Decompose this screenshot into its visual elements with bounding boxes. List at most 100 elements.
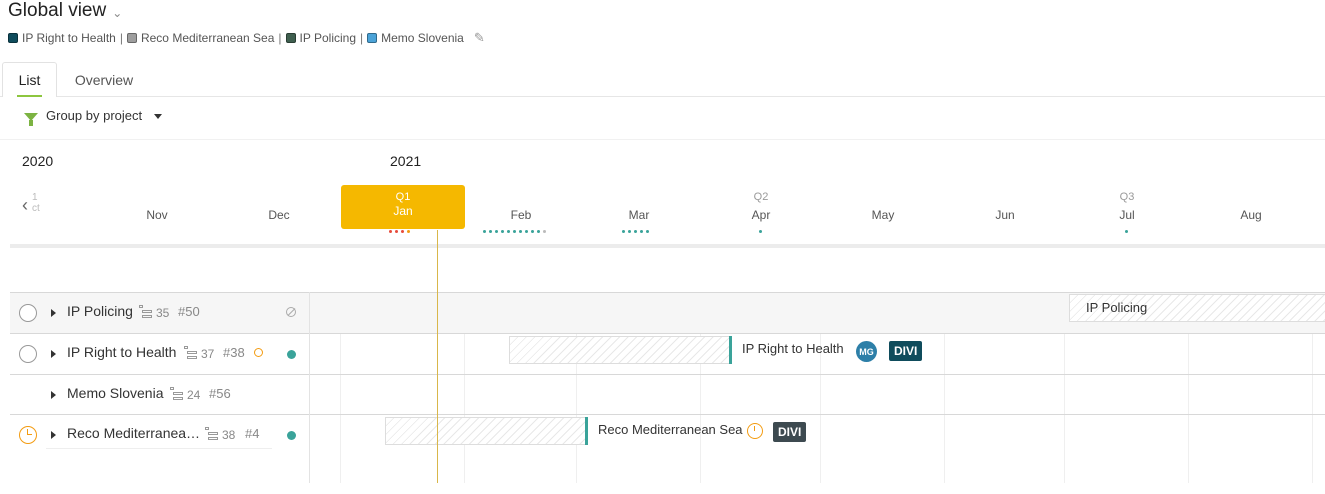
milestone-dot — [495, 230, 498, 233]
team-tag[interactable]: DIVI — [889, 341, 923, 361]
subtask-count: 24 — [187, 388, 201, 402]
milestone-dot — [501, 230, 504, 233]
gantt-bar-end-handle[interactable] — [729, 336, 732, 364]
month-label[interactable]: Feb — [481, 208, 561, 222]
page-title[interactable]: Global view ⌄ — [8, 0, 122, 22]
milestone-dots — [622, 230, 649, 233]
legend-label: Memo Slovenia — [381, 31, 464, 45]
project-name[interactable]: Memo Slovenia — [67, 385, 164, 401]
project-row-label: Memo Slovenia 24 #56 — [46, 375, 309, 415]
legend-item: Memo Slovenia — [367, 31, 464, 45]
tab-overview[interactable]: Overview — [62, 62, 146, 97]
legend-item: IP Policing — [285, 31, 356, 45]
current-quarter-highlight[interactable]: Q1 Jan — [341, 185, 465, 229]
month-label[interactable]: Jul — [1087, 208, 1167, 222]
today-marker-line — [437, 230, 438, 483]
month-label[interactable]: Apr — [721, 208, 801, 222]
project-name[interactable]: Reco Mediterranea… — [67, 425, 200, 441]
pencil-edit-icon[interactable]: ✎ — [474, 30, 485, 46]
month-label[interactable]: Dec — [239, 208, 319, 222]
project-row-label: IP Right to Health 37 #38 — [46, 334, 309, 374]
legend-item: Reco Mediterranean Sea — [126, 31, 275, 45]
legend-label: IP Policing — [299, 31, 356, 45]
milestone-dot — [543, 230, 546, 233]
project-number: #38 — [223, 345, 245, 360]
legend-separator: | — [278, 31, 282, 45]
legend-separator: | — [360, 31, 364, 45]
legend-swatch — [367, 33, 378, 43]
milestone-dot — [640, 230, 643, 233]
expand-caret-icon[interactable] — [51, 350, 56, 358]
gantt-bar[interactable] — [385, 417, 588, 445]
project-number: #56 — [209, 386, 231, 401]
avatar[interactable]: MG — [856, 341, 877, 362]
month-label[interactable]: Mar — [599, 208, 679, 222]
project-row[interactable]: Memo Slovenia 24 #56 — [10, 375, 1325, 415]
toolbar-divider — [0, 139, 1325, 140]
project-number: #50 — [178, 304, 200, 319]
subtasks-icon — [139, 305, 153, 319]
year-label: 2021 — [390, 153, 422, 169]
milestone-dot — [646, 230, 649, 233]
project-name[interactable]: IP Policing — [67, 303, 133, 319]
legend-item: IP Right to Health — [8, 31, 116, 45]
legend-separator: | — [119, 31, 123, 45]
faded-month-label: 1 ct — [32, 192, 40, 214]
timeline-header-divider — [10, 244, 1325, 248]
milestone-dot — [634, 230, 637, 233]
gantt-bar-label: IP Policing — [1086, 300, 1148, 315]
milestone-dot — [483, 230, 486, 233]
expand-caret-icon[interactable] — [51, 431, 56, 439]
gantt-bar-end-handle[interactable] — [585, 417, 588, 445]
expand-caret-icon[interactable] — [51, 391, 56, 399]
subtask-count: 37 — [201, 347, 215, 361]
team-tag[interactable]: DIVI — [773, 422, 807, 442]
milestone-dot — [395, 230, 398, 233]
legend-label: IP Right to Health — [22, 31, 116, 45]
gantt-bar-label: Reco Mediterranean Sea — [598, 422, 743, 437]
milestone-dot — [531, 230, 534, 233]
milestone-dot — [407, 230, 410, 233]
chevron-left-icon[interactable]: ‹ — [22, 195, 28, 216]
month-label[interactable]: May — [843, 208, 923, 222]
group-by-dropdown[interactable]: Group by project — [24, 108, 163, 126]
milestone-dot — [1125, 230, 1128, 233]
status-circle-icon[interactable] — [19, 304, 37, 322]
clock-icon — [747, 423, 763, 439]
month-label[interactable]: Jun — [965, 208, 1045, 222]
gantt-bar[interactable] — [509, 336, 731, 364]
project-row-label: Reco Mediterranea… 38 #4 — [46, 415, 309, 455]
tab-list[interactable]: List — [2, 62, 57, 97]
gantt-bar-label: IP Right to Health — [742, 341, 844, 356]
milestone-dot — [622, 230, 625, 233]
subtasks-icon — [170, 387, 184, 401]
project-number: #4 — [245, 426, 260, 441]
milestone-dot — [489, 230, 492, 233]
in-progress-clock-icon[interactable] — [19, 426, 37, 444]
legend-label: Reco Mediterranean Sea — [140, 31, 275, 45]
status-dot-icon — [287, 350, 296, 359]
month-label: Jan — [393, 204, 413, 218]
row-divider — [46, 448, 272, 449]
milestone-dots — [759, 230, 762, 233]
milestone-dot — [525, 230, 528, 233]
milestone-dot — [507, 230, 510, 233]
page-title-text: Global view — [8, 0, 107, 21]
filter-funnel-icon — [24, 112, 38, 126]
status-circle-icon[interactable] — [19, 345, 37, 363]
tab-overview-label: Overview — [74, 71, 134, 88]
milestone-dot — [537, 230, 540, 233]
project-name[interactable]: IP Right to Health — [67, 344, 176, 360]
milestone-dots — [1125, 230, 1128, 233]
project-legend: IP Right to Health | Reco Mediterranean … — [8, 30, 485, 46]
subtask-count: 35 — [156, 306, 170, 320]
month-label[interactable]: Nov — [117, 208, 197, 222]
milestone-dots — [389, 230, 410, 233]
month-label[interactable]: Aug — [1211, 208, 1291, 222]
project-row-label: IP Policing 35 #50 — [46, 293, 309, 333]
list-gantt-splitter[interactable] — [309, 292, 310, 483]
milestone-dot — [513, 230, 516, 233]
chevron-down-icon[interactable]: ⌄ — [112, 6, 122, 20]
expand-caret-icon[interactable] — [51, 309, 56, 317]
milestone-dot — [628, 230, 631, 233]
